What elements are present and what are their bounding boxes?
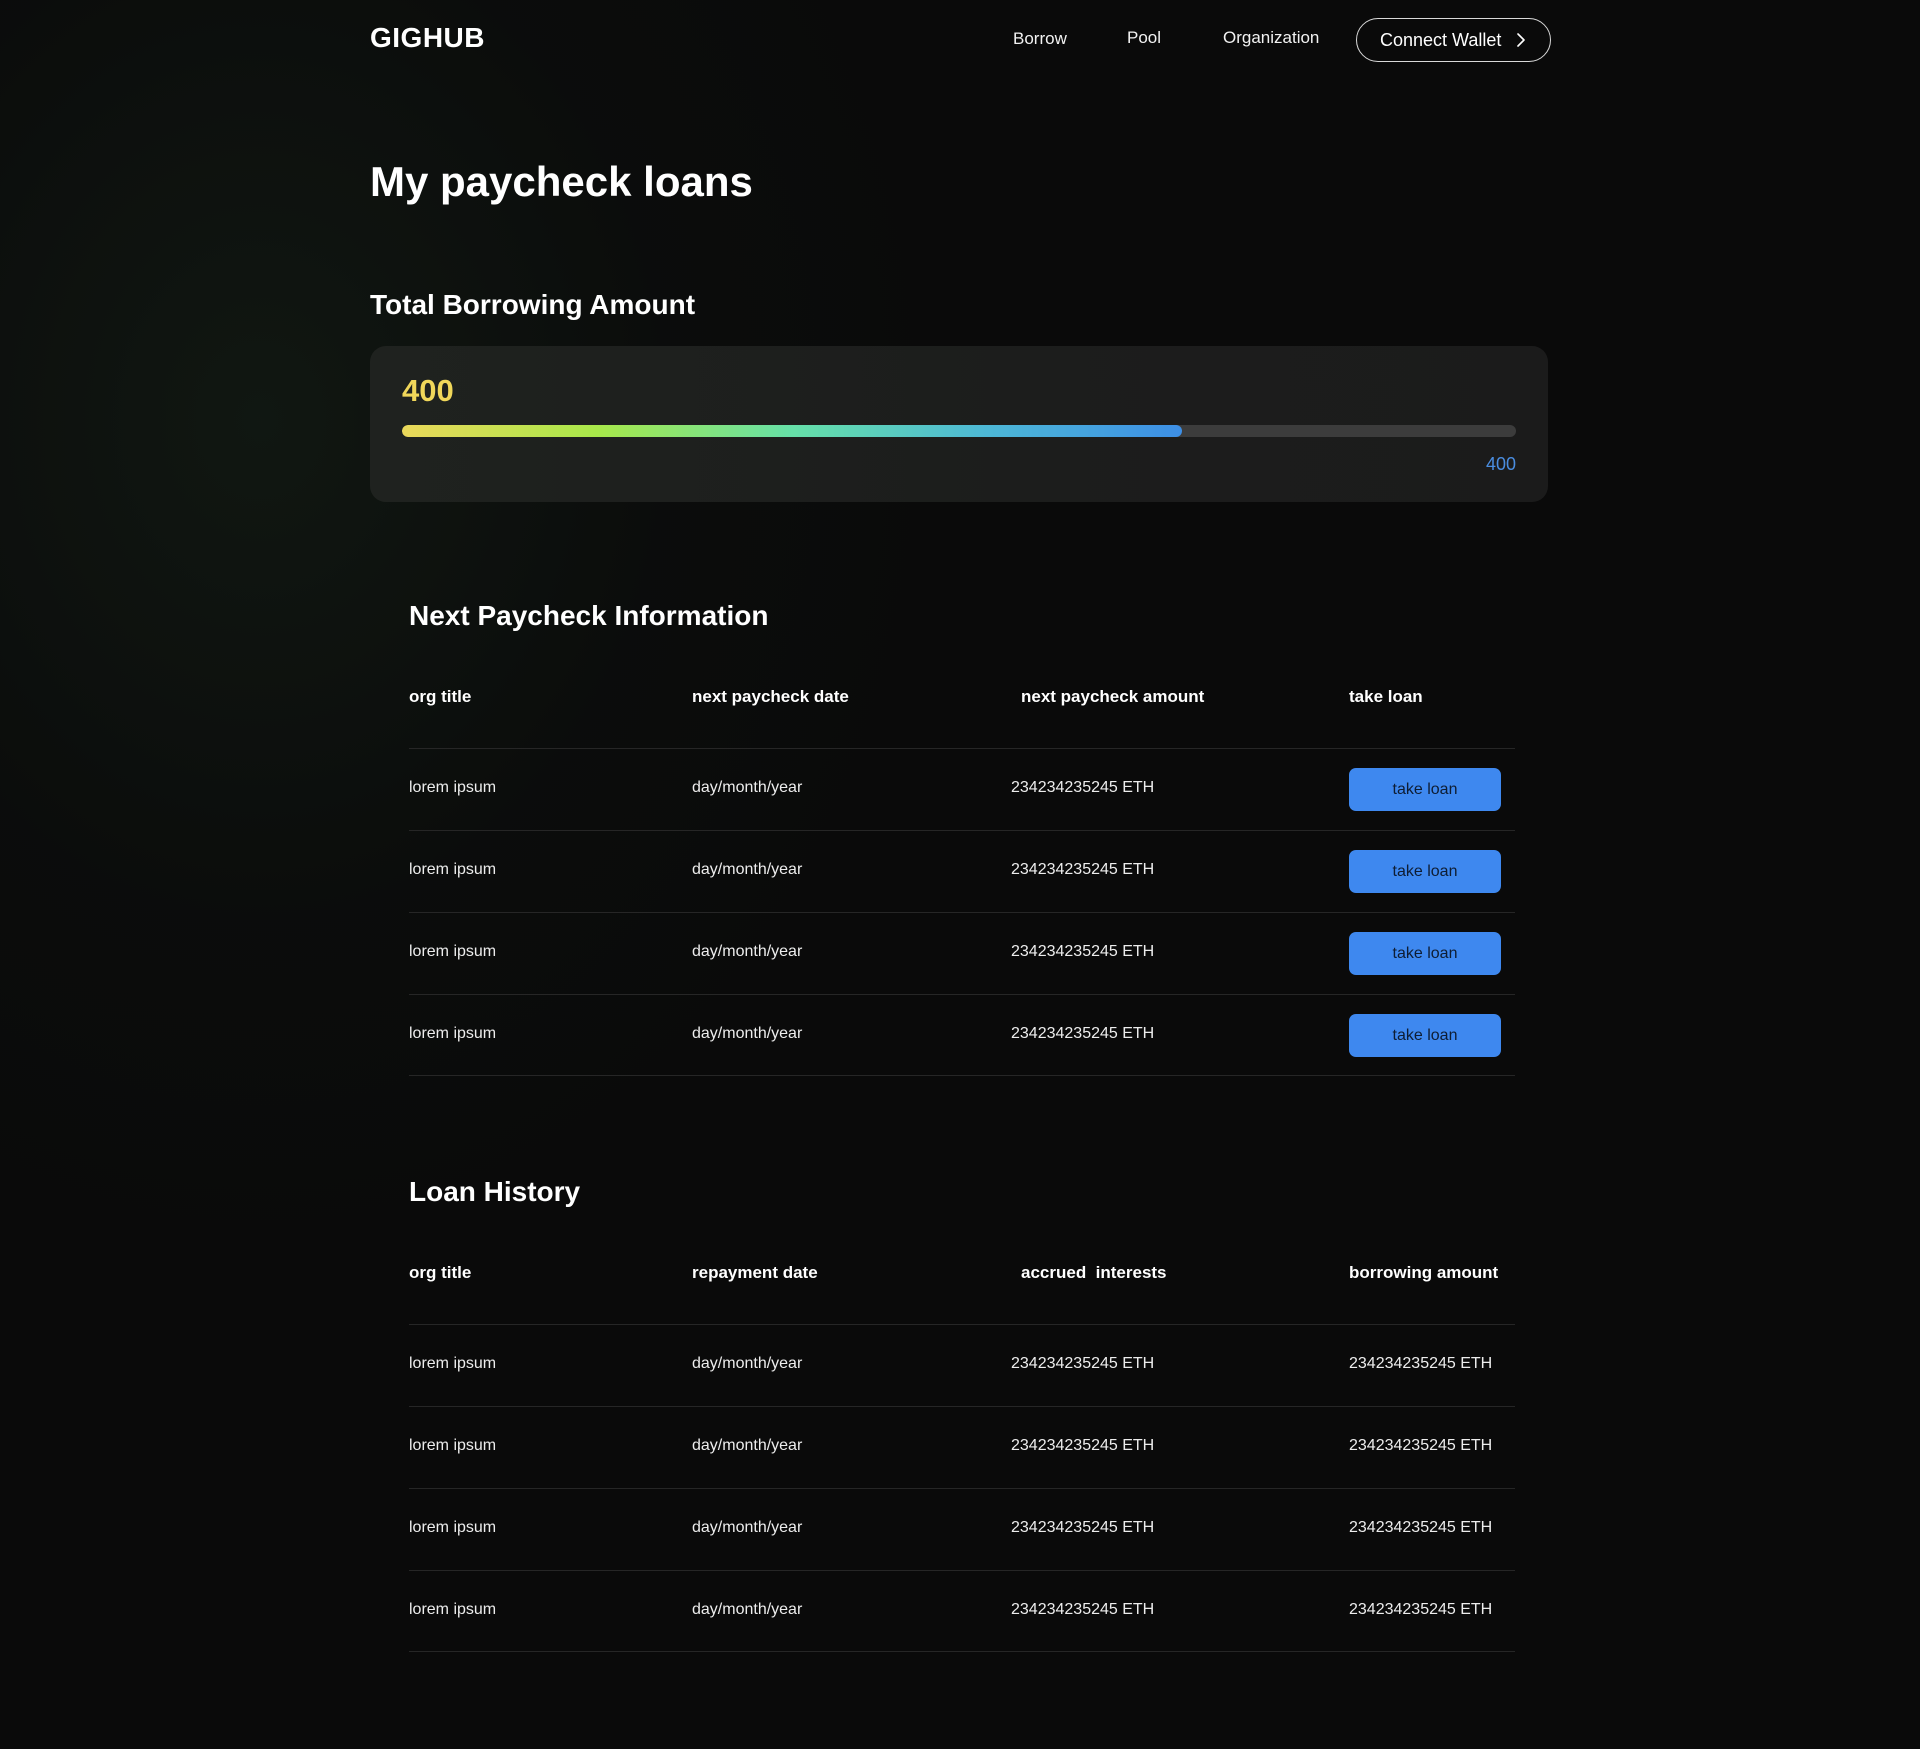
org-title-cell: lorem ipsum [409,943,497,960]
connect-wallet-label: Connect Wallet [1380,29,1502,50]
paycheck-date-cell: day/month/year [692,943,803,960]
column-header-org-title: org title [409,1263,472,1282]
borrowing-amount-cell: 234234235245 ETH [1349,1355,1493,1372]
borrowing-amount-cell: 234234235245 ETH [1349,1519,1493,1536]
nav-borrow[interactable]: Borrow [1013,29,1067,49]
take-loan-button[interactable]: take loan [1349,932,1501,975]
chevron-right-icon [1517,33,1525,47]
accrued-interest-cell: 234234235245 ETH [1011,1601,1155,1618]
page-title: My paycheck loans [370,158,753,205]
accrued-interest-cell: 234234235245 ETH [1011,1519,1155,1536]
table-row: lorem ipsum day/month/year 234234235245 … [409,1488,1515,1570]
paycheck-date-cell: day/month/year [692,779,803,796]
org-title-cell: lorem ipsum [409,1437,497,1454]
borrowing-amount-cell: 234234235245 ETH [1349,1437,1493,1454]
next-paycheck-title: Next Paycheck Information [409,600,769,631]
nav-pool[interactable]: Pool [1127,28,1161,48]
table-row: lorem ipsum day/month/year 234234235245 … [409,1570,1515,1652]
paycheck-date-cell: day/month/year [692,1025,803,1042]
take-loan-button[interactable]: take loan [1349,1014,1501,1057]
column-header-next-paycheck-date: next paycheck date [692,687,849,706]
repayment-date-cell: day/month/year [692,1601,803,1618]
paycheck-date-cell: day/month/year [692,861,803,878]
connect-wallet-button[interactable]: Connect Wallet [1356,18,1551,62]
org-title-cell: lorem ipsum [409,1355,497,1372]
repayment-date-cell: day/month/year [692,1355,803,1372]
column-header-borrowing-amount: borrowing amount [1349,1263,1499,1282]
org-title-cell: lorem ipsum [409,861,497,878]
table-row: lorem ipsum day/month/year 234234235245 … [409,994,1515,1076]
total-borrowing-card: 400 400 [370,346,1548,502]
column-header-org-title: org title [409,687,472,706]
repayment-date-cell: day/month/year [692,1437,803,1454]
org-title-cell: lorem ipsum [409,1519,497,1536]
org-title-cell: lorem ipsum [409,1025,497,1042]
table-row: lorem ipsum day/month/year 234234235245 … [409,912,1515,994]
accrued-interest-cell: 234234235245 ETH [1011,1437,1155,1454]
org-title-cell: lorem ipsum [409,779,497,796]
accrued-interest-cell: 234234235245 ETH [1011,1355,1155,1372]
loan-history-section: Loan History org title repayment date ac… [409,1176,1515,1656]
loan-history-title: Loan History [409,1176,581,1207]
next-paycheck-section: Next Paycheck Information org title next… [409,600,1515,1080]
logo[interactable]: GIGHUB [370,22,485,54]
nav-organization[interactable]: Organization [1223,28,1319,48]
table-row: lorem ipsum day/month/year 234234235245 … [409,830,1515,912]
table-row: lorem ipsum day/month/year 234234235245 … [409,1324,1515,1406]
table-row: lorem ipsum day/month/year 234234235245 … [409,748,1515,830]
column-header-next-paycheck-amount: next paycheck amount [1021,687,1205,706]
take-loan-button[interactable]: take loan [1349,768,1501,811]
borrowing-progress-fill [402,425,1182,437]
borrowing-progress-bar [402,425,1516,437]
org-title-cell: lorem ipsum [409,1601,497,1618]
paycheck-amount-cell: 234234235245 ETH [1011,779,1155,796]
repayment-date-cell: day/month/year [692,1519,803,1536]
paycheck-amount-cell: 234234235245 ETH [1011,943,1155,960]
column-header-take-loan: take loan [1349,687,1423,706]
borrowing-amount-value: 400 [402,373,454,408]
total-borrowing-title: Total Borrowing Amount [370,289,696,320]
take-loan-button[interactable]: take loan [1349,850,1501,893]
column-header-accrued-interests: accrued interests [1021,1263,1167,1282]
top-navigation: GIGHUB Borrow Pool Organization Connect … [0,0,1920,80]
borrowing-max-value: 400 [1485,454,1516,474]
paycheck-amount-cell: 234234235245 ETH [1011,861,1155,878]
table-row: lorem ipsum day/month/year 234234235245 … [409,1406,1515,1488]
borrowing-amount-cell: 234234235245 ETH [1349,1601,1493,1618]
paycheck-amount-cell: 234234235245 ETH [1011,1025,1155,1042]
column-header-repayment-date: repayment date [692,1263,818,1282]
